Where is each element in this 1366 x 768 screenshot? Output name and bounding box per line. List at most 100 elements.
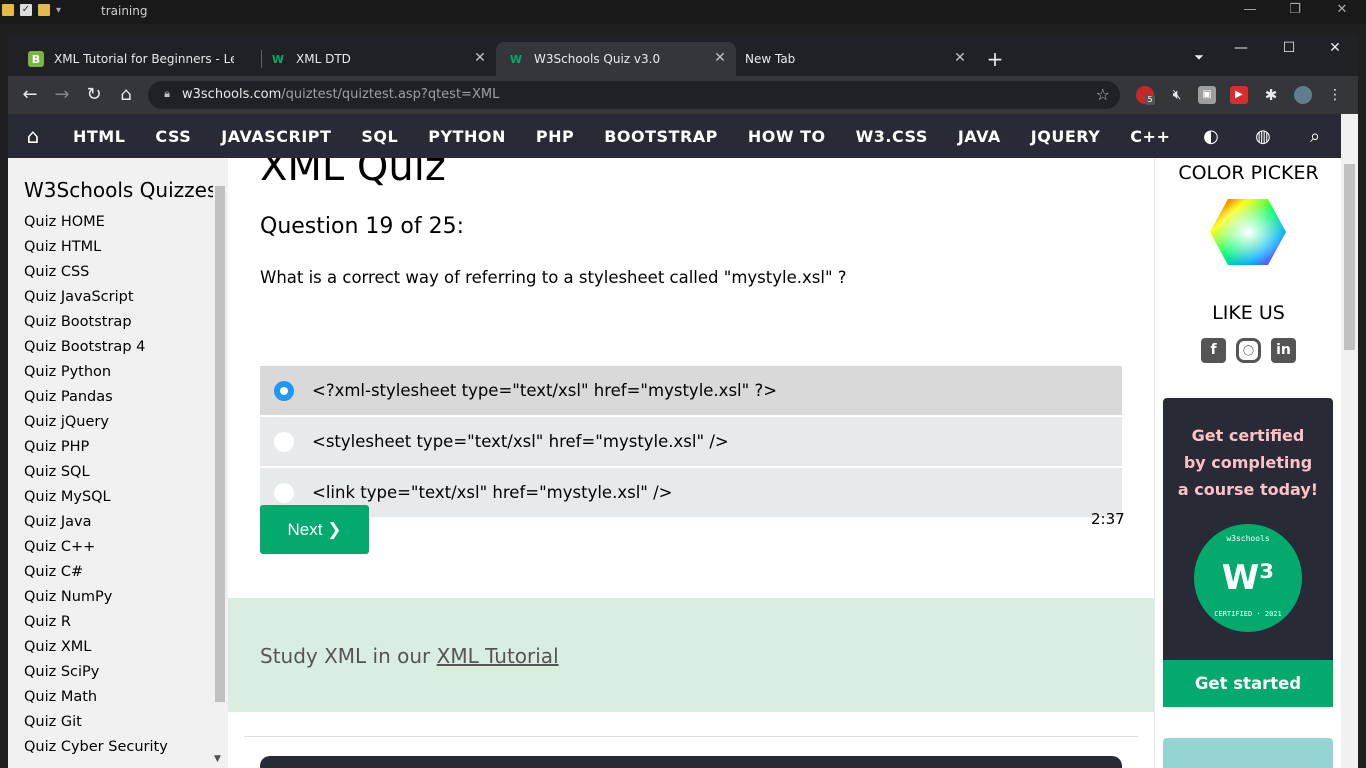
tab-close-icon[interactable]: ✕ (952, 50, 968, 66)
get-started-button[interactable]: Get started (1163, 660, 1333, 707)
chevron-down-icon[interactable]: ▾ (56, 5, 61, 16)
sidebar-item[interactable]: Quiz NumPy (24, 587, 168, 612)
minimize-icon[interactable]: — (1226, 40, 1256, 60)
sidebar-item[interactable]: Quiz jQuery (24, 412, 168, 437)
home-icon[interactable]: ⌂ (115, 84, 137, 106)
nav-python[interactable]: PYTHON (413, 127, 521, 146)
certification-promo[interactable]: Get certified by completing a course tod… (1163, 398, 1333, 660)
sidebar-item[interactable]: Quiz Math (24, 687, 168, 712)
answer-option-1[interactable]: <?xml-stylesheet type="text/xsl" href="m… (260, 366, 1122, 415)
extensions-puzzle-icon[interactable]: ✱ (1262, 86, 1280, 104)
sidebar-item[interactable]: Quiz JavaScript (24, 287, 168, 312)
sidebar-item[interactable]: Quiz Pandas (24, 387, 168, 412)
sidebar-item[interactable]: Quiz HTML (24, 237, 168, 262)
sidebar-item[interactable]: Quiz MySQL (24, 487, 168, 512)
sidebar-item[interactable]: Quiz C# (24, 562, 168, 587)
scroll-down-arrow-icon[interactable]: ▼ (214, 754, 221, 764)
sidebar-scroll-thumb[interactable] (215, 186, 225, 702)
color-picker-title[interactable]: COLOR PICKER (1155, 162, 1342, 184)
sidebar-item[interactable]: Quiz Python (24, 362, 168, 387)
tab-xml-dtd[interactable]: W XML DTD ✕ (258, 42, 496, 76)
url-text[interactable]: w3schools.com/quiztest/quiztest.asp?qtes… (182, 87, 499, 102)
quiz-main: XML Quiz Question 19 of 25: What is a co… (228, 158, 1154, 768)
tab-close-icon[interactable]: ✕ (472, 50, 488, 66)
tab-search-icon[interactable]: ⏷ (1184, 50, 1214, 70)
nav-php[interactable]: PHP (521, 127, 589, 146)
linkedin-icon[interactable]: in (1271, 338, 1296, 363)
answer-option-2[interactable]: <stylesheet type="text/xsl" href="mystyl… (260, 417, 1122, 466)
adblock-extension-icon[interactable]: 5 (1136, 86, 1155, 105)
nav-sql[interactable]: SQL (346, 127, 413, 146)
nav-css[interactable]: CSS (140, 127, 206, 146)
new-folder-icon[interactable] (38, 4, 50, 16)
folder-icon[interactable] (2, 4, 14, 16)
w3-home-icon[interactable]: ⌂ (8, 124, 58, 148)
explorer-restore-icon[interactable]: ❐ (1285, 2, 1305, 17)
search-icon[interactable]: ⌕ (1289, 126, 1341, 147)
sidebar-item[interactable]: Quiz CSS (24, 262, 168, 287)
explorer-window-title: training (101, 4, 148, 18)
forward-arrow-icon[interactable]: → (51, 84, 73, 106)
mute-tab-icon[interactable]: 🔇︎ (1168, 86, 1186, 104)
nav-java[interactable]: JAVA (943, 127, 1016, 146)
answer-option-3[interactable]: <link type="text/xsl" href="mystyle.xsl"… (260, 468, 1122, 517)
video-extension-icon[interactable]: ▶ (1230, 86, 1248, 104)
sidebar-item[interactable]: Quiz PHP (24, 437, 168, 462)
maximize-icon[interactable]: ☐ (1274, 40, 1304, 60)
xml-tutorial-link[interactable]: XML Tutorial (437, 644, 559, 668)
sidebar-item[interactable]: Quiz Bootstrap (24, 312, 168, 337)
sidebar-scrollbar[interactable]: ▼ (213, 176, 225, 766)
next-button[interactable]: Next ❯ (260, 505, 369, 554)
file-explorer-titlebar: ✓ ▾ training — ❐ ✕ (0, 0, 1366, 24)
sidebar-item[interactable]: Quiz HOME (24, 212, 168, 237)
nav-w3css[interactable]: W3.CSS (841, 127, 943, 146)
sidebar-item[interactable]: Quiz Git (24, 712, 168, 737)
nav-jquery[interactable]: JQUERY (1016, 127, 1116, 146)
sidebar-item[interactable]: Quiz Java (24, 512, 168, 537)
sidebar-item[interactable]: Quiz XML (24, 637, 168, 662)
dark-mode-toggle-icon[interactable]: ◐ (1185, 126, 1237, 147)
bookmark-star-icon[interactable]: ☆ (1096, 85, 1110, 104)
tab-xml-tutorial[interactable]: B XML Tutorial for Beginners - Lear (16, 42, 256, 76)
reload-icon[interactable]: ↻ (83, 84, 105, 106)
instagram-icon[interactable]: ◯ (1236, 338, 1261, 363)
color-picker-hexagon-icon[interactable] (1209, 198, 1287, 266)
address-bar[interactable]: 🔒︎ w3schools.com/quiztest/quiztest.asp?q… (148, 81, 1120, 109)
tab-new-tab[interactable]: New Tab ✕ (736, 42, 976, 76)
lock-icon[interactable]: 🔒︎ (160, 87, 174, 101)
page-scroll-thumb[interactable] (1344, 164, 1355, 350)
nav-html[interactable]: HTML (58, 127, 140, 146)
facebook-icon[interactable]: f (1201, 338, 1226, 363)
sidebar-item[interactable]: Quiz SciPy (24, 662, 168, 687)
sidebar-item[interactable]: Quiz R (24, 612, 168, 637)
radio-button[interactable] (274, 431, 294, 452)
properties-icon[interactable]: ✓ (20, 4, 32, 16)
chrome-menu-icon[interactable]: ⋮ (1326, 86, 1344, 104)
sidebar-item[interactable]: Quiz C++ (24, 537, 168, 562)
profile-avatar[interactable] (1294, 86, 1312, 104)
sidebar-item[interactable]: Quiz Bootstrap 4 (24, 337, 168, 362)
nav-howto[interactable]: HOW TO (733, 127, 841, 146)
tab-close-icon[interactable]: ✕ (712, 50, 728, 66)
page-scrollbar[interactable] (1341, 114, 1358, 768)
explorer-minimize-icon[interactable]: — (1240, 2, 1260, 17)
tab-w3schools-quiz[interactable]: W W3Schools Quiz v3.0 ✕ (496, 42, 736, 76)
close-window-icon[interactable]: ✕ (1320, 40, 1350, 60)
nav-cpp[interactable]: C++ (1115, 127, 1185, 146)
w3-logo-icon: W³ (1221, 558, 1275, 598)
sidebar-item[interactable]: Quiz SQL (24, 462, 168, 487)
back-arrow-icon[interactable]: ← (19, 84, 41, 106)
nav-bootstrap[interactable]: BOOTSTRAP (589, 127, 733, 146)
radio-button[interactable] (274, 482, 294, 503)
explorer-close-icon[interactable]: ✕ (1332, 2, 1352, 17)
answer-text: <?xml-stylesheet type="text/xsl" href="m… (312, 381, 778, 400)
new-tab-plus-icon[interactable]: + (984, 48, 1006, 70)
sidebar-item[interactable]: Quiz Cyber Security (24, 737, 168, 762)
nav-javascript[interactable]: JAVASCRIPT (206, 127, 346, 146)
radio-button[interactable] (274, 380, 294, 401)
image-extension-icon[interactable]: ▣ (1198, 86, 1216, 104)
globe-icon[interactable]: ◍ (1237, 126, 1289, 147)
question-number: Question 19 of 25: (260, 214, 464, 239)
topnav-right-icons: ◐ ◍ ⌕ (1185, 114, 1341, 158)
cert-line: a course today! (1177, 480, 1319, 499)
